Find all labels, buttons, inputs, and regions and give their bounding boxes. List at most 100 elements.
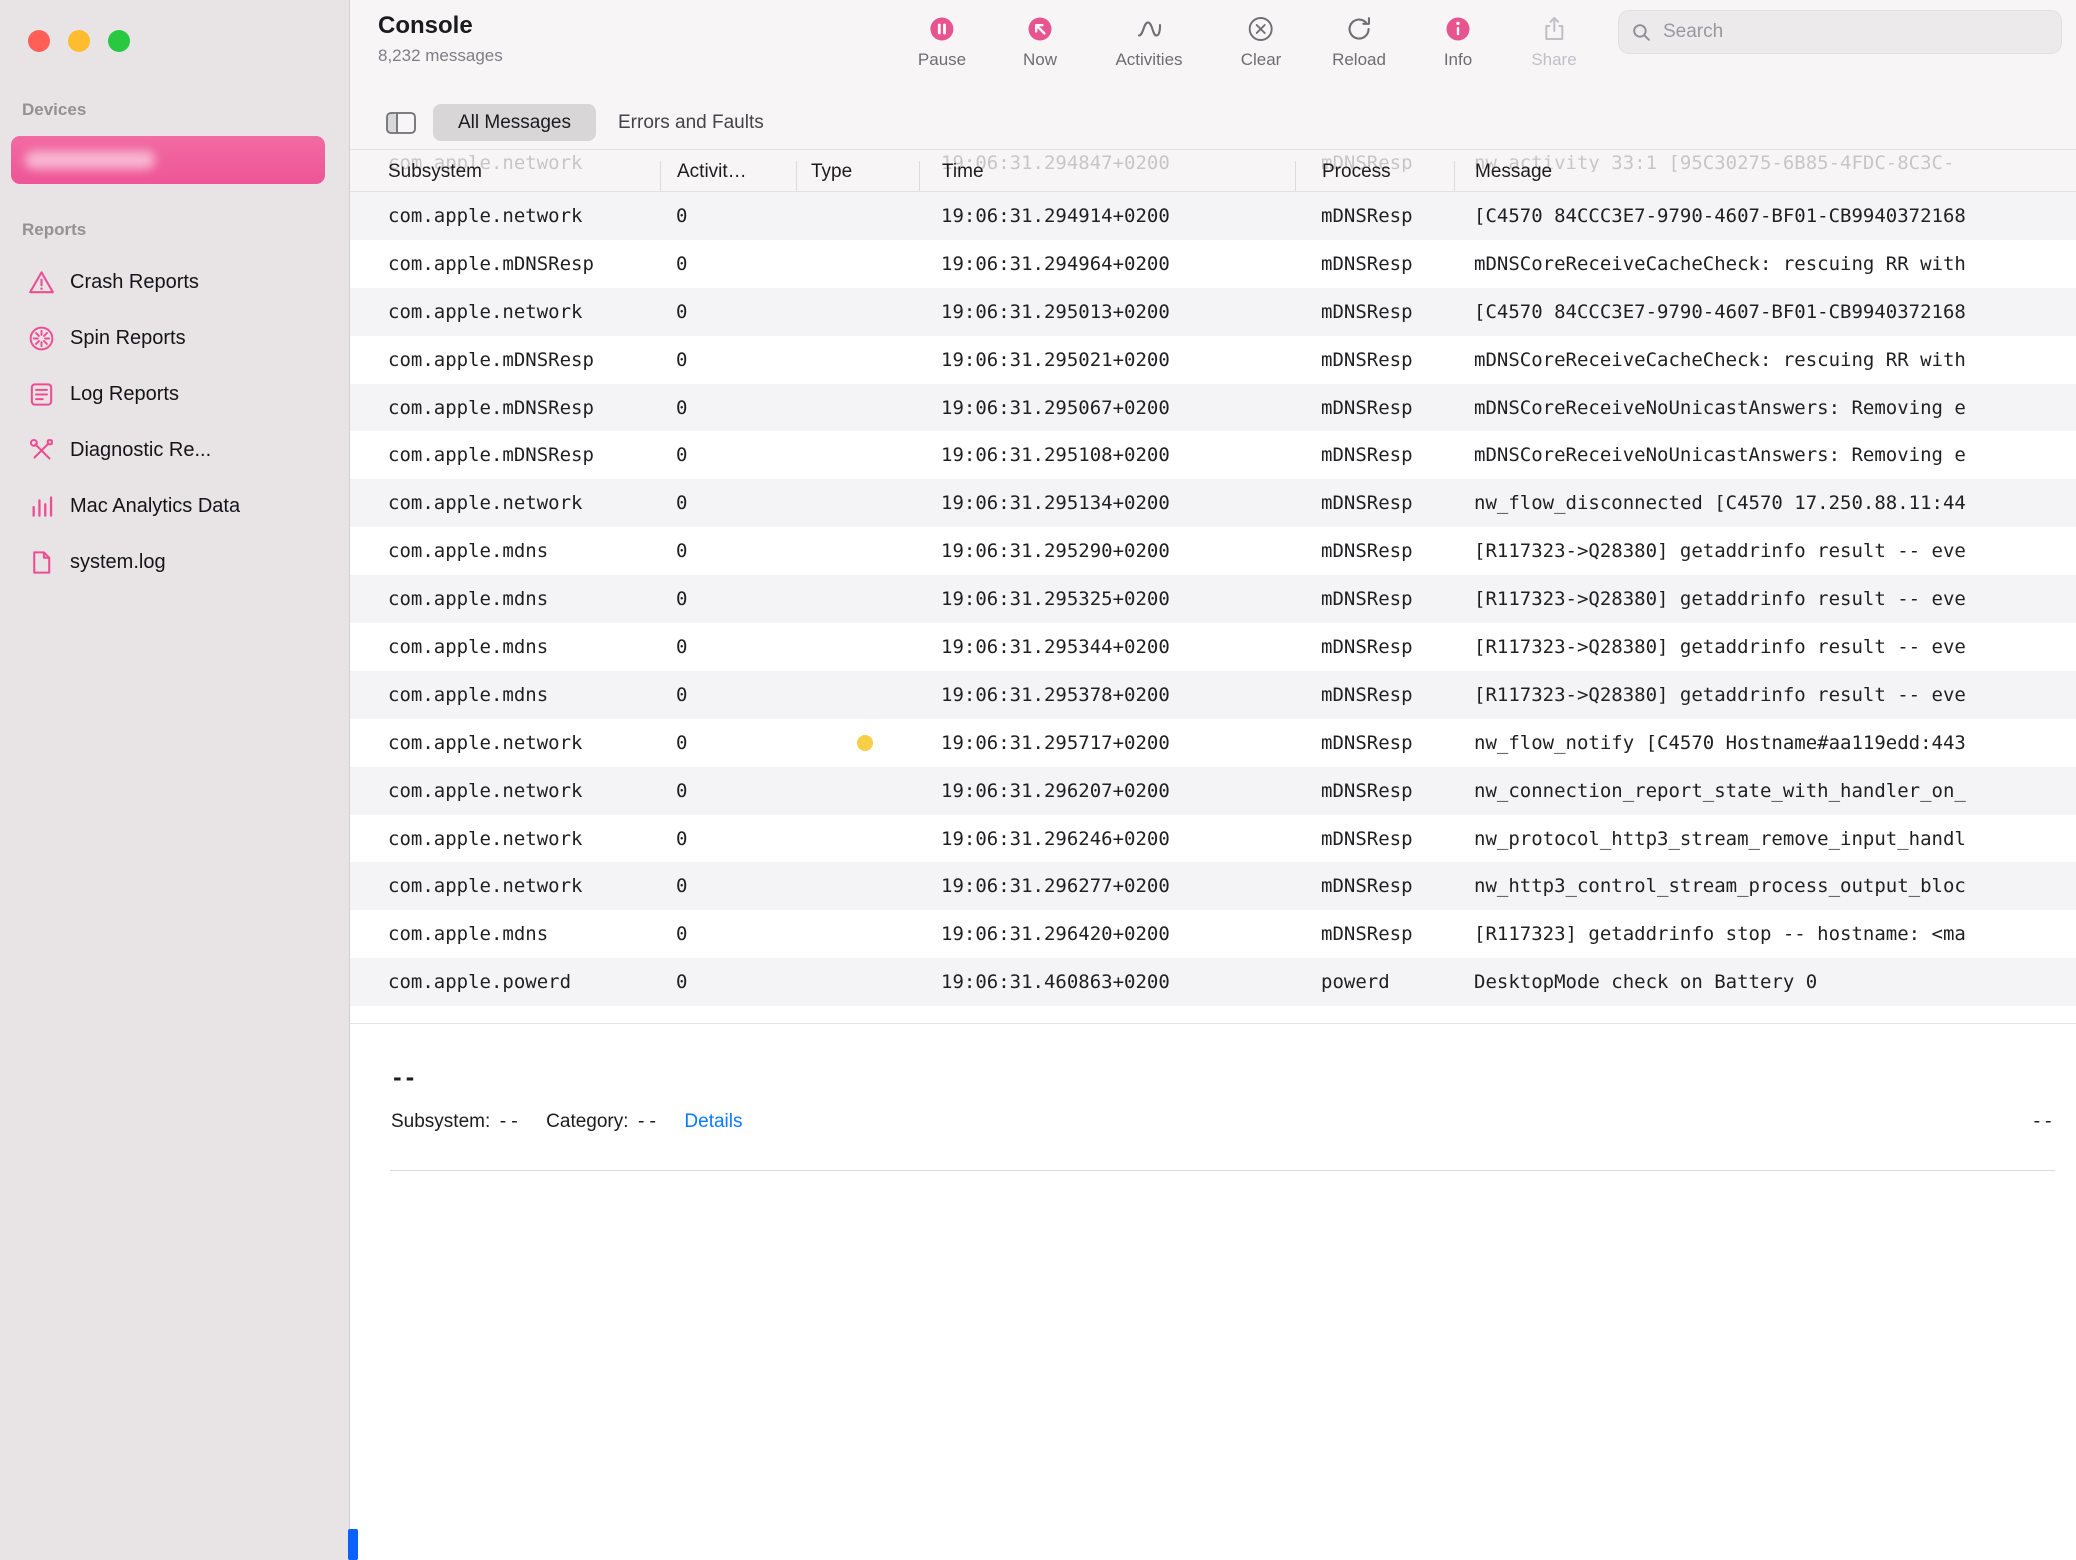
sidebar-item-log-reports[interactable]: Log Reports <box>0 366 349 422</box>
main-area: Console 8,232 messages PauseNowActivitie… <box>350 0 2076 1560</box>
table-row[interactable]: com.apple.network019:06:31.295134+0200mD… <box>350 479 2076 527</box>
table-row[interactable]: com.apple.network019:06:31.294914+0200mD… <box>350 192 2076 240</box>
minimize-window-button[interactable] <box>68 30 90 52</box>
toolbar-button-label: Pause <box>918 50 966 70</box>
toolbar-button-label: Activities <box>1115 50 1182 70</box>
sidebar-item-label: Mac Analytics Data <box>70 495 240 518</box>
activity-cell: 0 <box>660 636 796 658</box>
column-header-process[interactable]: Process <box>1295 161 1454 191</box>
info-icon <box>1443 14 1473 44</box>
table-row[interactable]: com.apple.mdns019:06:31.295378+0200mDNSR… <box>350 671 2076 719</box>
filter-bar: All Messages Errors and Faults <box>350 96 2076 150</box>
pause-button[interactable]: Pause <box>918 14 966 70</box>
message-cell: [R117323->Q28380] getaddrinfo result -- … <box>1454 636 2076 658</box>
column-header-message[interactable]: Message <box>1454 161 2076 191</box>
process-cell: mDNSResp <box>1295 397 1454 419</box>
table-row[interactable]: com.apple.mDNSResp019:06:31.295108+0200m… <box>350 431 2076 479</box>
detail-subsystem-label: Subsystem: <box>391 1111 490 1132</box>
column-header-subsystem[interactable]: Subsystem <box>350 161 660 191</box>
column-header-type[interactable]: Type <box>796 161 919 191</box>
now-button[interactable]: Now <box>1023 14 1057 70</box>
activity-cell: 0 <box>660 780 796 802</box>
time-cell: 19:06:31.295325+0200 <box>919 588 1295 610</box>
sidebar-item-label: Spin Reports <box>70 327 186 350</box>
subsystem-cell: com.apple.mDNSResp <box>350 444 660 466</box>
sidebar-item-spin-reports[interactable]: Spin Reports <box>0 310 349 366</box>
search-input[interactable] <box>1661 20 2049 44</box>
table-row[interactable]: com.apple.mDNSResp019:06:31.294964+0200m… <box>350 240 2076 288</box>
segment-all-messages[interactable]: All Messages <box>433 104 596 141</box>
subsystem-cell: com.apple.powerd <box>350 971 660 993</box>
time-cell: 19:06:31.296207+0200 <box>919 780 1295 802</box>
table-header: com.apple.network 19:06:31.294847+0200 m… <box>350 150 2076 192</box>
sidebar-item-diagnostic-re[interactable]: Diagnostic Re... <box>0 422 349 478</box>
table-row[interactable]: com.apple.mdns019:06:31.295290+0200mDNSR… <box>350 527 2076 575</box>
sidebar-item-system-log[interactable]: system.log <box>0 534 349 590</box>
table-row[interactable]: com.apple.mdns019:06:31.295325+0200mDNSR… <box>350 575 2076 623</box>
time-cell: 19:06:31.295108+0200 <box>919 444 1295 466</box>
message-cell: DesktopMode check on Battery 0 <box>1454 971 2076 993</box>
info-button[interactable]: Info <box>1443 14 1473 70</box>
table-row[interactable]: com.apple.mDNSResp019:06:31.295067+0200m… <box>350 384 2076 432</box>
table-row[interactable]: com.apple.network019:06:31.295717+0200mD… <box>350 719 2076 767</box>
subsystem-cell: com.apple.network <box>350 205 660 227</box>
time-cell: 19:06:31.295067+0200 <box>919 397 1295 419</box>
time-cell: 19:06:31.295013+0200 <box>919 301 1295 323</box>
clear-button[interactable]: Clear <box>1241 14 1282 70</box>
subsystem-cell: com.apple.mdns <box>350 636 660 658</box>
message-cell: [C4570 84CCC3E7-9790-4607-BF01-CB9940372… <box>1454 205 2076 227</box>
message-cell: [R117323] getaddrinfo stop -- hostname: … <box>1454 923 2076 945</box>
subsystem-cell: com.apple.mdns <box>350 540 660 562</box>
activity-cell: 0 <box>660 732 796 754</box>
devices-section-header: Devices <box>22 100 86 120</box>
zoom-window-button[interactable] <box>108 30 130 52</box>
subsystem-cell: com.apple.mDNSResp <box>350 397 660 419</box>
subsystem-cell: com.apple.network <box>350 492 660 514</box>
column-header-time[interactable]: Time <box>919 161 1295 191</box>
log-list-icon <box>26 379 56 409</box>
now-arrow-icon <box>1025 14 1055 44</box>
page-title: Console <box>378 12 473 40</box>
activity-cell: 0 <box>660 253 796 275</box>
subsystem-cell: com.apple.network <box>350 828 660 850</box>
reload-icon <box>1344 14 1374 44</box>
column-header-activity[interactable]: Activit… <box>660 161 796 191</box>
sidebar-toggle-icon <box>384 109 418 137</box>
pause-icon <box>927 14 957 44</box>
message-cell: mDNSCoreReceiveNoUnicastAnswers: Removin… <box>1454 397 2076 419</box>
activity-cell: 0 <box>660 923 796 945</box>
reports-section-header: Reports <box>22 220 86 240</box>
table-row[interactable]: com.apple.network019:06:31.296207+0200mD… <box>350 767 2076 815</box>
table-row[interactable]: com.apple.network019:06:31.296277+0200mD… <box>350 862 2076 910</box>
reload-button[interactable]: Reload <box>1332 14 1386 70</box>
message-cell: nw_flow_notify [C4570 Hostname#aa119edd:… <box>1454 732 2076 754</box>
activities-button[interactable]: Activities <box>1115 14 1182 70</box>
time-cell: 19:06:31.295290+0200 <box>919 540 1295 562</box>
search-field[interactable] <box>1618 10 2062 54</box>
details-link[interactable]: Details <box>684 1111 742 1132</box>
activity-cell: 0 <box>660 875 796 897</box>
activity-cell: 0 <box>660 588 796 610</box>
sidebar-toggle-button[interactable] <box>384 109 418 137</box>
table-row[interactable]: com.apple.network019:06:31.295013+0200mD… <box>350 288 2076 336</box>
table-row[interactable]: com.apple.mDNSResp019:06:31.295021+0200m… <box>350 336 2076 384</box>
subsystem-cell: com.apple.mdns <box>350 923 660 945</box>
subsystem-cell: com.apple.mDNSResp <box>350 349 660 371</box>
table-row[interactable]: com.apple.mdns019:06:31.296420+0200mDNSR… <box>350 910 2076 958</box>
activity-cell: 0 <box>660 492 796 514</box>
sidebar-item-crash-reports[interactable]: Crash Reports <box>0 254 349 310</box>
sidebar-item-selected-device[interactable] <box>11 136 325 184</box>
detail-right-value: -- <box>2031 1110 2054 1132</box>
table-row[interactable]: com.apple.mdns019:06:31.295344+0200mDNSR… <box>350 623 2076 671</box>
sidebar-item-mac-analytics-data[interactable]: Mac Analytics Data <box>0 478 349 534</box>
sidebar-item-label: system.log <box>70 551 166 574</box>
sidebar-item-label: Log Reports <box>70 383 179 406</box>
table-row[interactable]: com.apple.powerd019:06:31.460863+0200pow… <box>350 958 2076 1006</box>
console-window: Devices Reports Crash Reports Spin Report… <box>0 0 2076 1560</box>
time-cell: 19:06:31.294914+0200 <box>919 205 1295 227</box>
close-window-button[interactable] <box>28 30 50 52</box>
segment-errors-and-faults[interactable]: Errors and Faults <box>618 104 764 141</box>
process-cell: mDNSResp <box>1295 588 1454 610</box>
bar-chart-icon <box>26 491 56 521</box>
table-row[interactable]: com.apple.network019:06:31.296246+0200mD… <box>350 815 2076 863</box>
